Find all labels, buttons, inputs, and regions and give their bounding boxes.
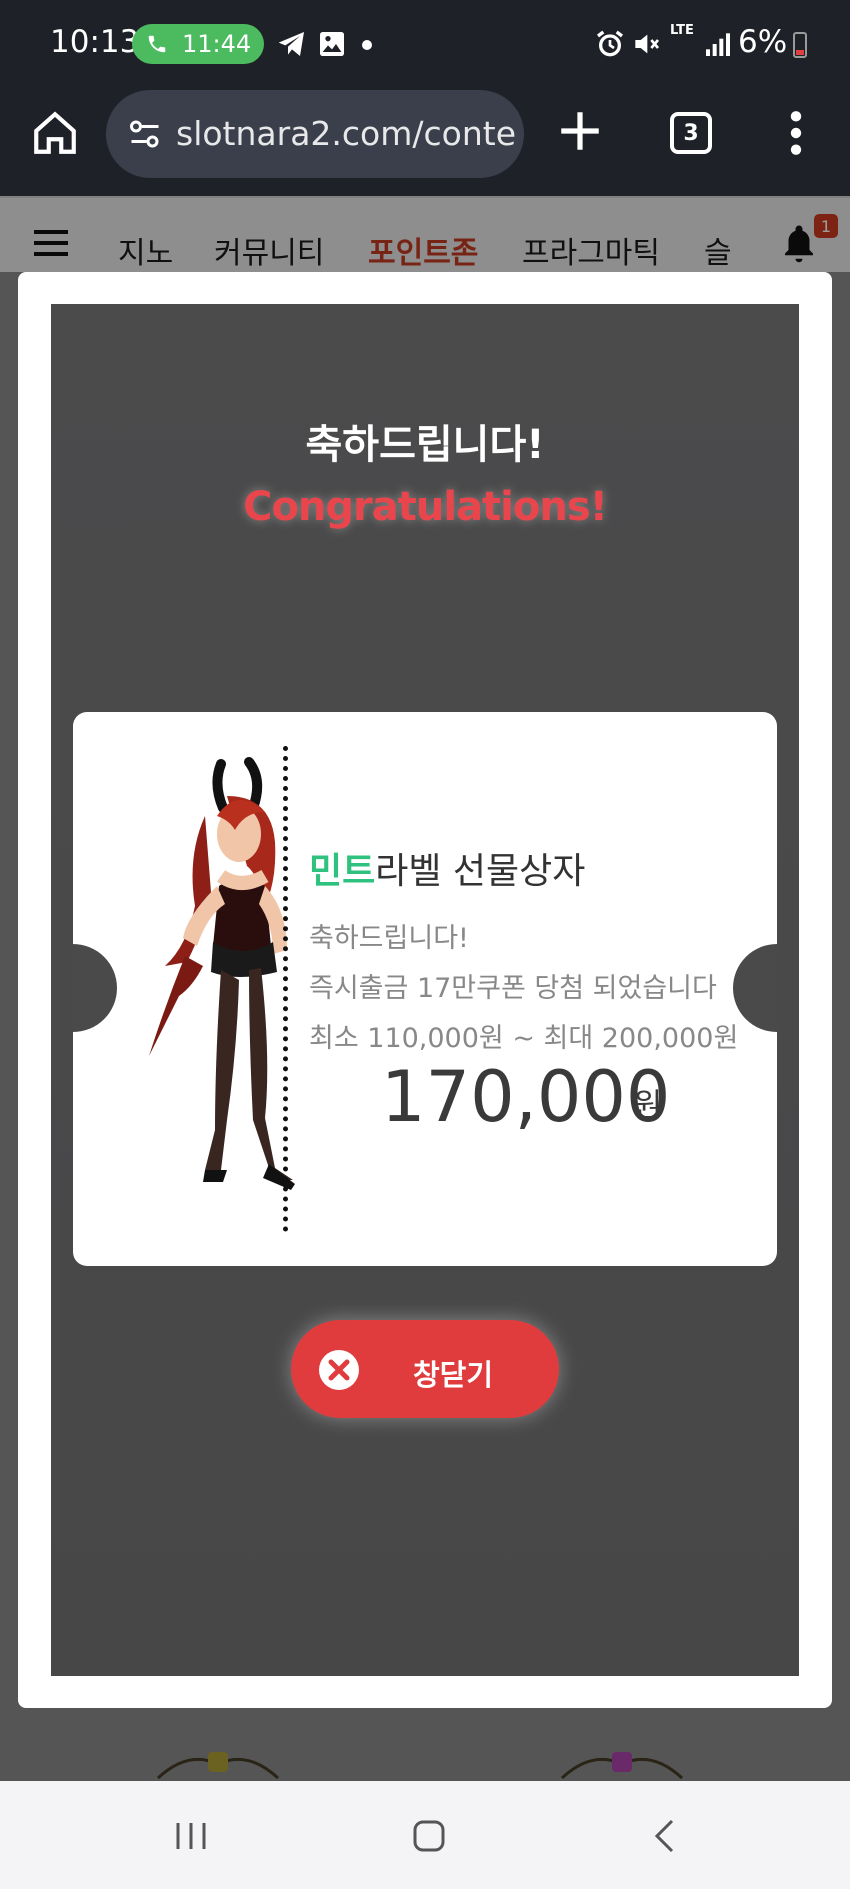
prize-amount: 170,000 — [381, 1056, 671, 1138]
more-menu-icon[interactable] — [786, 108, 806, 158]
battery-percent: 6% — [738, 24, 788, 60]
battery-icon — [793, 32, 807, 58]
call-indicator[interactable]: 11:44 — [132, 24, 264, 64]
new-tab-icon[interactable] — [555, 106, 605, 156]
site-settings-icon[interactable] — [126, 116, 164, 152]
address-bar[interactable]: slotnara2.com/conte — [106, 90, 524, 178]
call-timer: 11:44 — [182, 30, 252, 58]
home-icon[interactable] — [30, 108, 80, 158]
bunny-girl-illustration — [149, 757, 295, 1190]
signal-icon — [706, 33, 730, 56]
telegram-icon — [278, 32, 304, 56]
close-icon — [319, 1350, 359, 1390]
close-popup-button[interactable]: 창닫기 — [291, 1320, 559, 1418]
ribbon-decoration — [560, 1752, 684, 1780]
popup-content: 축하드립니다! Congratulations! 민트라벨 선물상자 축하드립니… — [51, 304, 799, 1676]
prize-ticket: 민트라벨 선물상자 축하드립니다! 즉시출금 17만쿠폰 당첨 되었습니다 최소… — [73, 712, 777, 1266]
back-icon[interactable] — [640, 1811, 690, 1861]
prize-range: 최소 110,000원 ~ 최대 200,000원 — [309, 1023, 739, 1054]
prize-currency: 원 — [633, 1086, 663, 1124]
prize-name-rest: 라벨 선물상자 — [375, 851, 586, 892]
status-bar: 10:13 11:44 LTE 6% — [0, 0, 850, 88]
prize-name: 민트라벨 선물상자 — [309, 842, 585, 894]
close-popup-label: 창닫기 — [413, 1358, 494, 1392]
prize-congrats: 축하드립니다! — [309, 923, 469, 954]
url-text: slotnara2.com/conte — [176, 114, 516, 153]
gallery-icon — [320, 32, 344, 56]
prize-description: 즉시출금 17만쿠폰 당첨 되었습니다 — [309, 973, 717, 1004]
mute-icon — [635, 34, 660, 54]
home-nav-icon[interactable] — [404, 1811, 454, 1861]
popup-subtitle: Congratulations! — [243, 484, 608, 530]
popup-title: 축하드립니다! — [305, 422, 545, 468]
phone-icon — [148, 35, 166, 53]
browser-toolbar: slotnara2.com/conte 3 — [0, 88, 850, 196]
ticket-notch — [733, 944, 777, 1032]
ribbon-decoration — [156, 1752, 280, 1780]
tab-switcher-button[interactable]: 3 — [670, 112, 712, 154]
recent-apps-icon[interactable] — [166, 1811, 216, 1861]
system-nav-bar — [0, 1781, 850, 1889]
prize-popup: 축하드립니다! Congratulations! 민트라벨 선물상자 축하드립니… — [18, 272, 832, 1708]
ticket-perforation — [283, 746, 288, 1232]
status-time: 10:13 — [50, 24, 140, 60]
prize-name-accent: 민트 — [309, 851, 376, 892]
notification-dot — [362, 40, 372, 50]
alarm-icon — [597, 30, 623, 57]
network-type: LTE — [670, 23, 694, 38]
